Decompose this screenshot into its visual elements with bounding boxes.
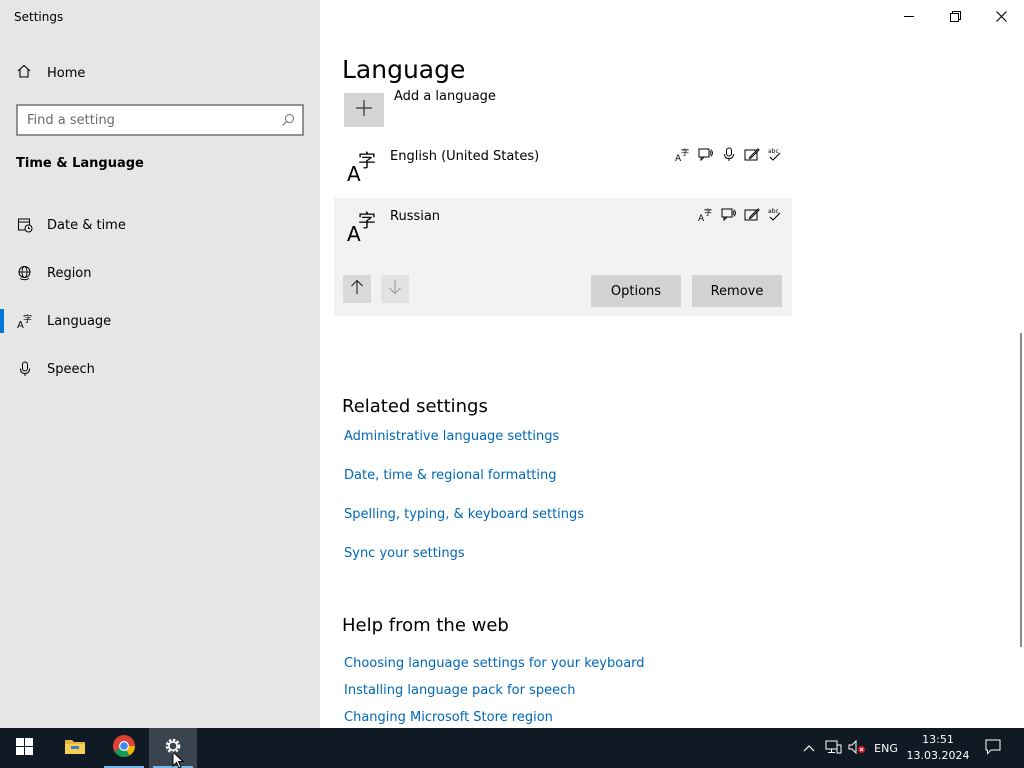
remove-button[interactable]: Remove xyxy=(692,275,782,307)
clock-time: 13:51 xyxy=(922,733,954,746)
related-link-sync[interactable]: Sync your settings xyxy=(344,546,465,561)
svg-text:abc: abc xyxy=(768,208,779,215)
notification-icon xyxy=(985,739,1001,758)
add-language-label: Add a language xyxy=(394,89,496,104)
mouse-cursor-icon xyxy=(172,750,185,768)
network-icon xyxy=(825,740,842,757)
clock[interactable]: 13:51 13.03.2024 xyxy=(904,732,972,764)
search-box[interactable] xyxy=(16,104,304,136)
text-to-speech-icon xyxy=(697,146,714,163)
plus-icon xyxy=(355,99,373,121)
help-link-store-region[interactable]: Changing Microsoft Store region xyxy=(344,710,553,725)
close-button[interactable] xyxy=(978,0,1024,32)
svg-text:字: 字 xyxy=(358,151,376,172)
sidebar-item-label: Date & time xyxy=(47,217,126,233)
sidebar-home-label: Home xyxy=(47,65,86,81)
related-link-administrative[interactable]: Administrative language settings xyxy=(344,429,559,444)
restore-button[interactable] xyxy=(932,0,978,32)
help-link-speech-pack[interactable]: Installing language pack for speech xyxy=(344,683,575,698)
microphone-icon xyxy=(0,361,47,377)
add-language-row[interactable]: Add a language xyxy=(342,84,782,130)
related-link-spelling-typing[interactable]: Spelling, typing, & keyboard settings xyxy=(344,507,584,522)
spell-check-icon: abc xyxy=(766,206,783,223)
date-time-icon xyxy=(0,217,47,233)
language-glyph-icon: A字 xyxy=(347,210,381,246)
sidebar-item-language[interactable]: A字 Language xyxy=(0,301,320,341)
spell-check-icon: abc xyxy=(766,146,783,163)
svg-text:字: 字 xyxy=(704,207,712,217)
sidebar: Settings Home Time & Language Date & tim… xyxy=(0,0,320,728)
add-language-button[interactable] xyxy=(344,93,384,127)
chevron-up-icon xyxy=(803,742,815,755)
language-feature-icons: A字 abc xyxy=(697,206,783,223)
display-language-icon: A字 xyxy=(697,206,714,223)
language-name: Russian xyxy=(390,209,441,224)
svg-text:字: 字 xyxy=(358,211,376,232)
taskbar: ENG 13:51 13.03.2024 xyxy=(0,728,1024,768)
svg-text:字: 字 xyxy=(23,313,32,325)
main-content: Language Add a language A字 English (Unit… xyxy=(320,0,1024,728)
taskbar-chrome[interactable] xyxy=(100,728,148,768)
related-settings-title: Related settings xyxy=(342,396,488,417)
help-from-web-title: Help from the web xyxy=(342,615,509,636)
sidebar-item-date-time[interactable]: Date & time xyxy=(0,205,320,245)
section-title: Time & Language xyxy=(16,156,144,171)
sidebar-item-speech[interactable]: Speech xyxy=(0,349,320,389)
speech-recognition-icon xyxy=(720,146,737,163)
input-language-indicator[interactable]: ENG xyxy=(870,728,902,768)
handwriting-icon xyxy=(743,206,760,223)
related-link-date-time-format[interactable]: Date, time & regional formatting xyxy=(344,468,557,483)
help-link-keyboard[interactable]: Choosing language settings for your keyb… xyxy=(344,656,645,671)
sidebar-item-region[interactable]: Region xyxy=(0,253,320,293)
network-tray-button[interactable] xyxy=(822,728,844,768)
search-input[interactable] xyxy=(18,106,274,134)
page-title: Language xyxy=(342,55,466,84)
language-glyph-icon: A字 xyxy=(347,150,381,186)
language-item-russian[interactable]: A字 Russian A字 abc Options Remove xyxy=(334,198,792,316)
show-hidden-icons-button[interactable] xyxy=(800,728,818,768)
options-button[interactable]: Options xyxy=(591,275,681,307)
search-icon[interactable] xyxy=(274,113,302,127)
volume-tray-button[interactable] xyxy=(846,728,868,768)
app-title: Settings xyxy=(14,10,64,24)
sidebar-item-label: Region xyxy=(47,265,92,281)
start-button[interactable] xyxy=(0,728,48,768)
scrollbar[interactable] xyxy=(1020,333,1022,647)
start-icon xyxy=(15,737,33,759)
volume-muted-icon xyxy=(848,739,866,757)
svg-text:字: 字 xyxy=(681,147,689,157)
sidebar-item-label: Language xyxy=(47,313,112,329)
file-explorer-icon xyxy=(64,737,86,759)
action-center-button[interactable] xyxy=(978,728,1008,768)
move-down-button[interactable] xyxy=(381,275,409,303)
language-item-english[interactable]: A字 English (United States) A字 abc xyxy=(334,138,792,196)
language-feature-icons: A字 abc xyxy=(674,146,783,163)
language-icon: A字 xyxy=(0,313,47,329)
handwriting-icon xyxy=(743,146,760,163)
taskbar-file-explorer[interactable] xyxy=(51,728,99,768)
minimize-button[interactable] xyxy=(886,0,932,32)
display-language-icon: A字 xyxy=(674,146,691,163)
region-globe-icon xyxy=(0,265,47,281)
chrome-icon xyxy=(112,734,136,762)
svg-text:abc: abc xyxy=(768,148,779,155)
sidebar-home[interactable]: Home xyxy=(16,60,85,86)
clock-date: 13.03.2024 xyxy=(906,749,970,762)
text-to-speech-icon xyxy=(720,206,737,223)
home-icon xyxy=(16,63,32,83)
move-up-button[interactable] xyxy=(343,275,371,303)
arrow-up-icon xyxy=(350,279,364,299)
selection-indicator xyxy=(0,309,4,333)
arrow-down-icon xyxy=(388,279,402,299)
sidebar-item-label: Speech xyxy=(47,361,95,377)
window-controls xyxy=(886,0,1024,32)
language-name: English (United States) xyxy=(390,149,540,164)
